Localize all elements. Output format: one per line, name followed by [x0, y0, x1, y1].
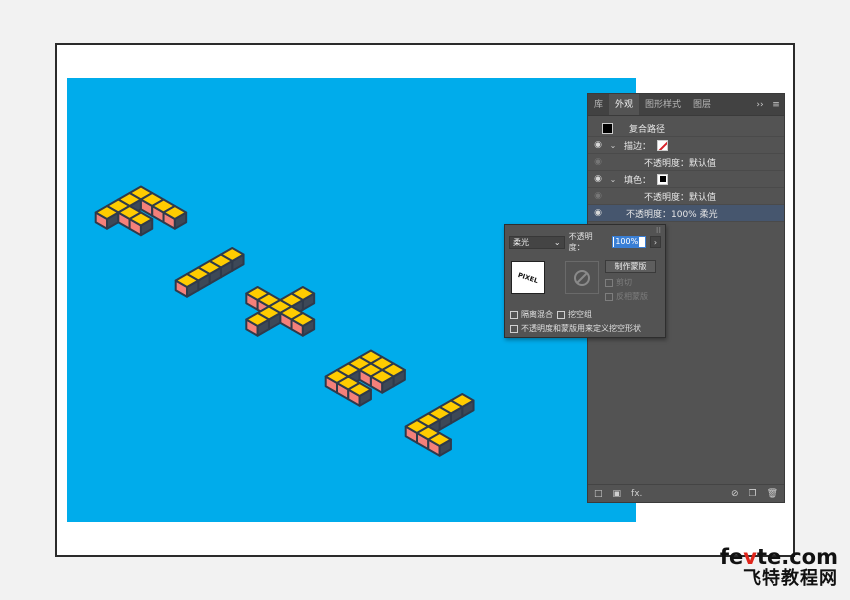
eye-icon[interactable]: ◉: [588, 174, 608, 184]
compound-path-row[interactable]: 复合路径: [588, 120, 784, 137]
stroke-opacity-row[interactable]: ◉ 不透明度：默认值: [588, 154, 784, 171]
watermark-logo: fevte.com 飞特教程网: [719, 545, 838, 589]
tab-graphic-styles[interactable]: 图形样式: [639, 94, 687, 115]
stroke-label[interactable]: 描边：: [624, 139, 651, 152]
tab-library[interactable]: 库: [588, 94, 609, 115]
hamburger-icon[interactable]: ≡: [768, 94, 784, 115]
fill-opacity-row[interactable]: ◉ 不透明度：默认值: [588, 188, 784, 205]
chevron-down-icon: ⌄: [553, 237, 561, 247]
panel-footer: □ ▣ fx. ⊘ ❐ 🗑: [588, 484, 784, 502]
thumbnail-text: PIXEL: [517, 271, 539, 285]
mask-thumbnail[interactable]: [565, 261, 599, 294]
tab-layers[interactable]: 图层: [687, 94, 717, 115]
new-fill-icon[interactable]: ▣: [613, 489, 622, 499]
knockout-group-checkbox[interactable]: 挖空组: [557, 309, 592, 320]
object-thumbnail[interactable]: PIXEL: [511, 261, 545, 294]
stroke-row[interactable]: ◉ ⌄ 描边：: [588, 137, 784, 154]
no-mask-icon: [574, 269, 590, 286]
chevron-down-icon[interactable]: ⌄: [608, 175, 618, 184]
double-chevron-right-icon[interactable]: ››: [752, 94, 768, 115]
trash-icon[interactable]: 🗑: [767, 489, 778, 499]
opacity-mask-knockout-checkbox[interactable]: 不透明度和蒙版用来定义挖空形状: [510, 323, 641, 334]
object-opacity-row[interactable]: ◉ 不透明度：100% 柔光: [588, 205, 784, 222]
clear-appearance-icon[interactable]: ⊘: [731, 489, 739, 499]
compound-path-label: 复合路径: [629, 124, 666, 135]
chevron-down-icon[interactable]: ⌄: [608, 141, 618, 150]
square-icon[interactable]: □: [594, 489, 603, 499]
opacity-label: 不透明度：: [568, 232, 593, 252]
make-mask-button[interactable]: 制作蒙版: [605, 260, 656, 273]
eye-icon[interactable]: ◉: [588, 140, 608, 150]
clip-checkbox[interactable]: 剪切: [605, 277, 632, 288]
blend-mode-select[interactable]: 柔光 ⌄: [509, 235, 565, 249]
tab-appearance[interactable]: 外观: [609, 94, 640, 115]
fill-label[interactable]: 填色：: [624, 173, 651, 186]
fx-icon[interactable]: fx.: [631, 489, 642, 499]
object-opacity-label[interactable]: 不透明度：100% 柔光: [626, 207, 718, 220]
isolate-blending-checkbox[interactable]: 隔离混合: [510, 309, 553, 320]
black-swatch-icon: [602, 122, 613, 134]
eye-icon[interactable]: ◉: [588, 208, 608, 218]
grip-icon[interactable]: ⁝⁝: [656, 226, 661, 235]
invert-mask-checkbox[interactable]: 反相蒙版: [605, 291, 648, 302]
fill-opacity-label[interactable]: 不透明度：默认值: [644, 190, 716, 203]
duplicate-icon[interactable]: ❐: [748, 489, 756, 499]
stroke-opacity-label[interactable]: 不透明度：默认值: [644, 156, 716, 169]
fill-row[interactable]: ◉ ⌄ 填色：: [588, 171, 784, 188]
opacity-input[interactable]: 100%: [612, 236, 647, 248]
transparency-popup: ⁝⁝ 柔光 ⌄ 不透明度： 100% › PIXEL 制作蒙版 剪切 反相蒙版 …: [504, 224, 666, 338]
no-stroke-swatch-icon[interactable]: [657, 139, 669, 151]
panel-tabs: 库 外观 图形样式 图层 ›› ≡: [588, 94, 784, 116]
eye-icon[interactable]: ◉: [588, 157, 608, 167]
fill-swatch-icon[interactable]: [657, 173, 669, 185]
eye-icon[interactable]: ◉: [588, 191, 608, 201]
chevron-right-icon[interactable]: ›: [650, 236, 661, 248]
